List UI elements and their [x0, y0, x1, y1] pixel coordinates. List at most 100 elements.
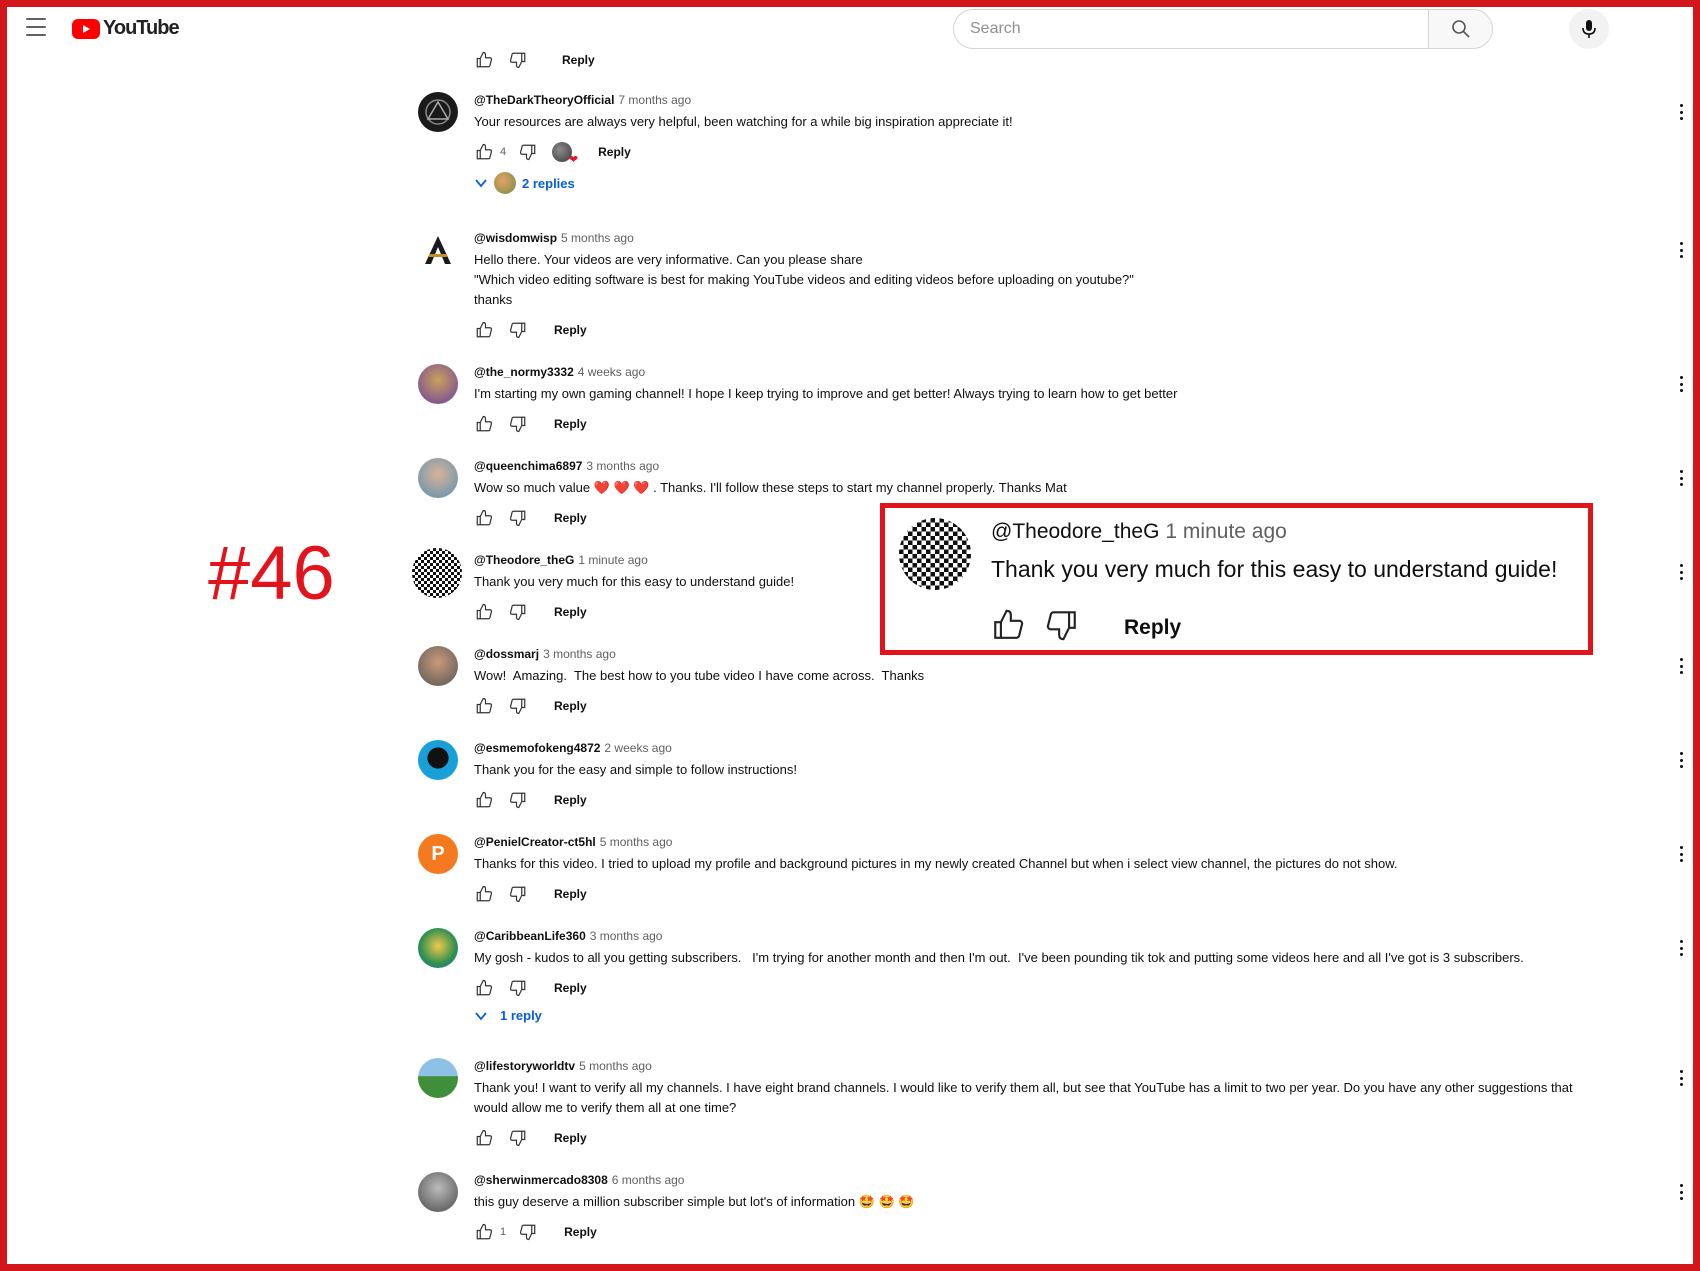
comment-time[interactable]: 6 months ago — [612, 1173, 685, 1187]
like-icon[interactable] — [474, 50, 494, 70]
like-icon[interactable] — [474, 414, 494, 434]
avatar[interactable] — [418, 458, 458, 498]
comment-text: Thank you! I want to verify all my chann… — [474, 1080, 1573, 1115]
search-bar[interactable]: Search — [953, 9, 1493, 49]
like-icon[interactable] — [474, 142, 494, 162]
avatar[interactable] — [418, 928, 458, 968]
dislike-icon[interactable] — [508, 790, 528, 810]
comment-text: Thanks for this video. I tried to upload… — [474, 856, 1398, 871]
like-icon[interactable] — [474, 602, 494, 622]
avatar[interactable] — [418, 646, 458, 686]
more-options-icon[interactable] — [1680, 752, 1684, 768]
search-input[interactable]: Search — [954, 10, 1428, 48]
dislike-icon[interactable] — [508, 508, 528, 528]
menu-icon[interactable] — [26, 18, 46, 36]
reply-button[interactable]: Reply — [562, 53, 595, 67]
reply-button[interactable]: Reply — [554, 417, 587, 431]
like-icon[interactable] — [474, 1128, 494, 1148]
voice-search-button[interactable] — [1569, 9, 1609, 49]
dislike-icon[interactable] — [508, 50, 528, 70]
comment-author[interactable]: @lifestoryworldtv — [474, 1059, 575, 1073]
comment-time[interactable]: 3 months ago — [543, 647, 616, 661]
search-button[interactable] — [1428, 10, 1492, 48]
avatar[interactable] — [418, 1058, 458, 1098]
avatar[interactable] — [418, 230, 458, 270]
more-options-icon[interactable] — [1680, 104, 1684, 120]
avatar[interactable] — [418, 740, 458, 780]
avatar[interactable] — [412, 548, 462, 598]
reply-button[interactable]: Reply — [554, 605, 587, 619]
reply-button[interactable]: Reply — [554, 1131, 587, 1145]
comment-thread: @lifestoryworldtv 5 months ago Thank you!… — [418, 1058, 1688, 1158]
comment-author[interactable]: @queenchima6897 — [474, 459, 582, 473]
comment-thread: @esmemofokeng4872 2 weeks ago Thank you f… — [418, 740, 1688, 820]
view-replies-button[interactable]: 2 replies — [474, 172, 1674, 194]
more-options-icon[interactable] — [1680, 1184, 1684, 1200]
like-icon[interactable] — [474, 790, 494, 810]
comment-time[interactable]: 5 months ago — [600, 835, 673, 849]
avatar[interactable] — [418, 92, 458, 132]
comment-author[interactable]: @the_normy3332 — [474, 365, 574, 379]
more-options-icon[interactable] — [1680, 470, 1684, 486]
comment-author[interactable]: @CaribbeanLife360 — [474, 929, 586, 943]
reply-button[interactable]: Reply — [564, 1225, 597, 1239]
more-options-icon[interactable] — [1680, 242, 1684, 258]
reply-button[interactable]: Reply — [554, 981, 587, 995]
comment-author[interactable]: @Theodore_theG — [474, 553, 574, 567]
comment-text: My gosh - kudos to all you getting subsc… — [474, 950, 1524, 965]
comment-author[interactable]: @TheDarkTheoryOfficial — [474, 93, 614, 107]
dislike-icon[interactable] — [518, 142, 538, 162]
comment-time[interactable]: 5 months ago — [561, 231, 634, 245]
more-options-icon[interactable] — [1680, 846, 1684, 862]
comment-author[interactable]: @dossmarj — [474, 647, 539, 661]
avatar[interactable] — [418, 1172, 458, 1212]
comment-time: 1 minute ago — [1165, 520, 1287, 543]
more-options-icon[interactable] — [1680, 564, 1684, 580]
dislike-icon[interactable] — [508, 602, 528, 622]
comment-author[interactable]: @PenielCreator-ct5hl — [474, 835, 596, 849]
comment-time[interactable]: 5 months ago — [579, 1059, 652, 1073]
comment-author[interactable]: @wisdomwisp — [474, 231, 557, 245]
dislike-icon[interactable] — [508, 978, 528, 998]
reply-button[interactable]: Reply — [554, 323, 587, 337]
comment-time[interactable]: 2 weeks ago — [604, 741, 671, 755]
comment-time[interactable]: 3 months ago — [586, 459, 659, 473]
comment-thread: P @PenielCreator-ct5hl 5 months ago Thank… — [418, 834, 1688, 914]
comment-time[interactable]: 1 minute ago — [578, 553, 647, 567]
like-icon[interactable] — [474, 320, 494, 340]
dislike-icon[interactable] — [508, 696, 528, 716]
comment-author[interactable]: @esmemofokeng4872 — [474, 741, 600, 755]
dislike-icon[interactable] — [508, 884, 528, 904]
like-icon[interactable] — [474, 978, 494, 998]
dislike-icon[interactable] — [508, 414, 528, 434]
reply-button[interactable]: Reply — [554, 511, 587, 525]
chevron-down-icon — [475, 1011, 487, 1020]
like-icon[interactable] — [474, 884, 494, 904]
avatar[interactable]: P — [418, 834, 458, 874]
zoomed-comment-callout: @Theodore_theG 1 minute ago Thank you ver… — [880, 503, 1593, 655]
like-icon[interactable] — [474, 696, 494, 716]
like-icon[interactable] — [474, 508, 494, 528]
more-options-icon[interactable] — [1680, 1070, 1684, 1086]
more-options-icon[interactable] — [1680, 376, 1684, 392]
reply-button[interactable]: Reply — [554, 793, 587, 807]
comment-text: Wow so much value ❤️ ❤️ ❤️ . Thanks. I'l… — [474, 480, 1067, 495]
comment-time[interactable]: 4 weeks ago — [578, 365, 645, 379]
avatar[interactable] — [418, 364, 458, 404]
reply-button[interactable]: Reply — [554, 699, 587, 713]
like-count: 4 — [500, 146, 507, 158]
more-options-icon[interactable] — [1680, 658, 1684, 674]
more-options-icon[interactable] — [1680, 940, 1684, 956]
like-icon[interactable] — [474, 1222, 494, 1242]
comment-time[interactable]: 7 months ago — [618, 93, 691, 107]
dislike-icon[interactable] — [518, 1222, 538, 1242]
youtube-logo[interactable]: YouTube — [72, 17, 180, 40]
reply-button[interactable]: Reply — [598, 145, 631, 159]
dislike-icon[interactable] — [508, 1128, 528, 1148]
dislike-icon[interactable] — [508, 320, 528, 340]
comment-time[interactable]: 3 months ago — [590, 929, 663, 943]
view-replies-button[interactable]: 1 reply — [474, 1008, 1674, 1023]
comment-author[interactable]: @sherwinmercado8308 — [474, 1173, 608, 1187]
creator-heart-icon — [552, 142, 578, 166]
reply-button[interactable]: Reply — [554, 887, 587, 901]
